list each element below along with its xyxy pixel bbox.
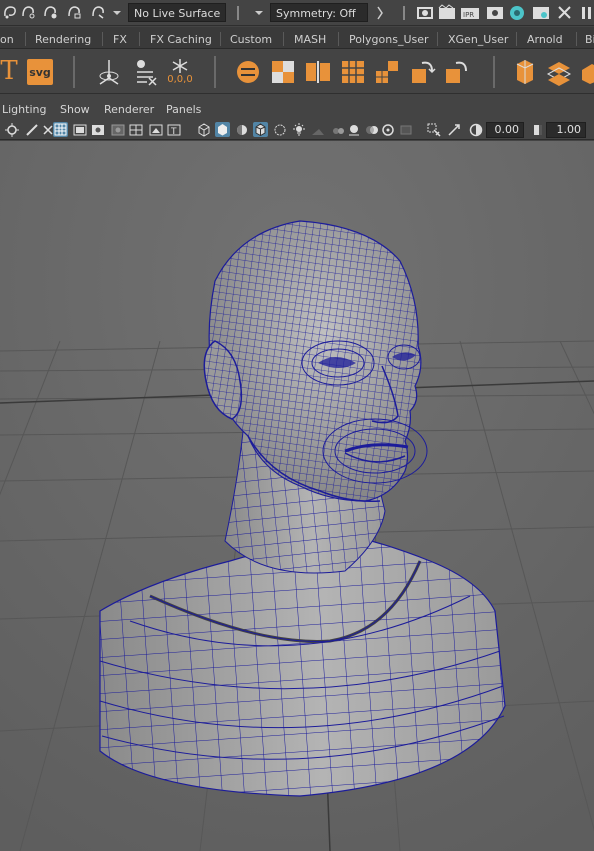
shadows-icon[interactable] bbox=[310, 122, 325, 137]
shelf-tab-fx-caching[interactable]: FX Caching bbox=[150, 30, 212, 49]
default-material-icon[interactable] bbox=[234, 122, 249, 137]
shelf-tab-mash[interactable]: MASH bbox=[294, 30, 326, 49]
isolate-select-icon[interactable] bbox=[426, 122, 441, 137]
collapse-arrow-icon[interactable] bbox=[376, 5, 384, 21]
mirror-icon[interactable] bbox=[410, 59, 436, 85]
grid-icon[interactable] bbox=[53, 122, 68, 137]
pause-icon[interactable] bbox=[580, 5, 594, 21]
menu-lighting[interactable]: Lighting bbox=[2, 103, 46, 117]
svg-text:IPR: IPR bbox=[463, 11, 474, 19]
shelf-tab-bar: on Rendering FX FX Caching Custom MASH P… bbox=[0, 27, 594, 49]
screen-space-ao-icon[interactable] bbox=[346, 122, 361, 137]
chevron-down-icon[interactable] bbox=[112, 8, 122, 18]
gamma-icon[interactable] bbox=[530, 122, 545, 137]
center-pivot-icon[interactable] bbox=[235, 59, 261, 85]
smooth-shade-icon[interactable] bbox=[215, 122, 230, 137]
camera-attributes-icon[interactable] bbox=[4, 122, 19, 137]
transfer-icon[interactable] bbox=[444, 59, 470, 85]
live-surface-dropdown[interactable]: No Live Surface bbox=[128, 3, 226, 22]
bridge-icon[interactable] bbox=[580, 60, 594, 84]
shelf-tab[interactable]: on bbox=[0, 30, 14, 49]
snap-curve-icon[interactable] bbox=[20, 4, 36, 20]
safe-title-icon[interactable]: T bbox=[166, 122, 181, 137]
combine-icon[interactable] bbox=[270, 59, 296, 85]
wireframe-on-shaded-icon[interactable] bbox=[253, 122, 268, 137]
delete-history-icon[interactable] bbox=[133, 58, 159, 86]
xray-joints-icon[interactable] bbox=[446, 122, 461, 137]
svg-tool-label: svg bbox=[29, 65, 51, 79]
shelf-tab-rendering[interactable]: Rendering bbox=[35, 30, 91, 49]
bookmark-icon[interactable] bbox=[24, 122, 39, 137]
text-tool-icon[interactable]: T bbox=[0, 56, 18, 86]
depth-of-field-icon[interactable] bbox=[398, 122, 413, 137]
field-chart-icon[interactable] bbox=[128, 122, 143, 137]
snap-surface-icon[interactable] bbox=[66, 4, 82, 20]
render-settings-icon[interactable] bbox=[486, 4, 504, 21]
shelf-tab-custom[interactable]: Custom bbox=[230, 30, 272, 49]
render-setup-icon[interactable] bbox=[532, 4, 550, 21]
hypershade-icon[interactable] bbox=[508, 4, 526, 22]
divider-grip-icon bbox=[234, 5, 242, 21]
svg-text:T: T bbox=[170, 127, 177, 136]
chevron-down-icon[interactable] bbox=[254, 8, 264, 18]
shelf-tab-polygons-user[interactable]: Polygons_User bbox=[349, 30, 429, 49]
resolution-gate-icon[interactable] bbox=[90, 122, 105, 137]
shelf-tab-fx[interactable]: FX bbox=[113, 30, 127, 49]
shelf: T svg 0,0,0 bbox=[0, 50, 594, 94]
shelf-tab-bifrost[interactable]: Bi bbox=[585, 30, 594, 49]
symmetry-dropdown[interactable]: Symmetry: Off bbox=[270, 3, 368, 22]
text-tool-label: T bbox=[0, 56, 18, 86]
separate-icon[interactable] bbox=[304, 59, 332, 85]
shelf-tab-arnold[interactable]: Arnold bbox=[527, 30, 563, 49]
light-editor-icon[interactable] bbox=[556, 4, 574, 21]
film-gate-icon[interactable] bbox=[72, 122, 87, 137]
safe-action-icon[interactable] bbox=[148, 122, 163, 137]
scene-render bbox=[0, 141, 594, 851]
ipr-render-icon[interactable]: IPR bbox=[460, 4, 480, 21]
gamma-field[interactable]: 1.00 bbox=[546, 122, 586, 138]
pivot-icon[interactable] bbox=[96, 58, 122, 86]
gate-mask-icon[interactable] bbox=[110, 122, 125, 137]
divider-grip-icon bbox=[400, 5, 408, 21]
panel-menu-bar: Lighting Show Renderer Panels bbox=[0, 100, 594, 120]
render-frame-icon[interactable] bbox=[438, 4, 456, 21]
exposure-icon[interactable] bbox=[468, 122, 483, 137]
smooth-icon[interactable] bbox=[374, 59, 400, 85]
xray-icon[interactable] bbox=[272, 122, 287, 137]
use-all-lights-icon[interactable] bbox=[291, 122, 306, 137]
render-view-icon[interactable] bbox=[416, 4, 434, 21]
extrude-icon[interactable] bbox=[512, 56, 538, 86]
subdivide-icon[interactable] bbox=[340, 59, 366, 85]
bevel-icon[interactable] bbox=[544, 58, 574, 86]
panel-toolbar: T 0.00 1.00 bbox=[0, 120, 594, 140]
exposure-field[interactable]: 0.00 bbox=[486, 122, 524, 138]
snap-point-icon[interactable] bbox=[42, 4, 58, 20]
viewport-3d[interactable] bbox=[0, 141, 594, 851]
antialiasing-icon[interactable] bbox=[380, 122, 395, 137]
ambient-occlusion-icon[interactable] bbox=[330, 122, 345, 137]
svg-tool-icon[interactable]: svg bbox=[27, 59, 53, 85]
status-line: No Live Surface Symmetry: Off IPR bbox=[0, 0, 594, 26]
freeze-transform-values: 0,0,0 bbox=[167, 73, 193, 85]
menu-show[interactable]: Show bbox=[60, 103, 90, 117]
magnet-icon[interactable] bbox=[90, 4, 106, 20]
menu-renderer[interactable]: Renderer bbox=[104, 103, 154, 117]
freeze-transform-icon[interactable]: 0,0,0 bbox=[165, 56, 195, 86]
wireframe-icon[interactable] bbox=[196, 122, 211, 137]
lasso-select-icon[interactable] bbox=[2, 4, 18, 20]
menu-panels[interactable]: Panels bbox=[166, 103, 201, 117]
shelf-tab-xgen-user[interactable]: XGen_User bbox=[448, 30, 508, 49]
motion-blur-icon[interactable] bbox=[364, 122, 379, 137]
